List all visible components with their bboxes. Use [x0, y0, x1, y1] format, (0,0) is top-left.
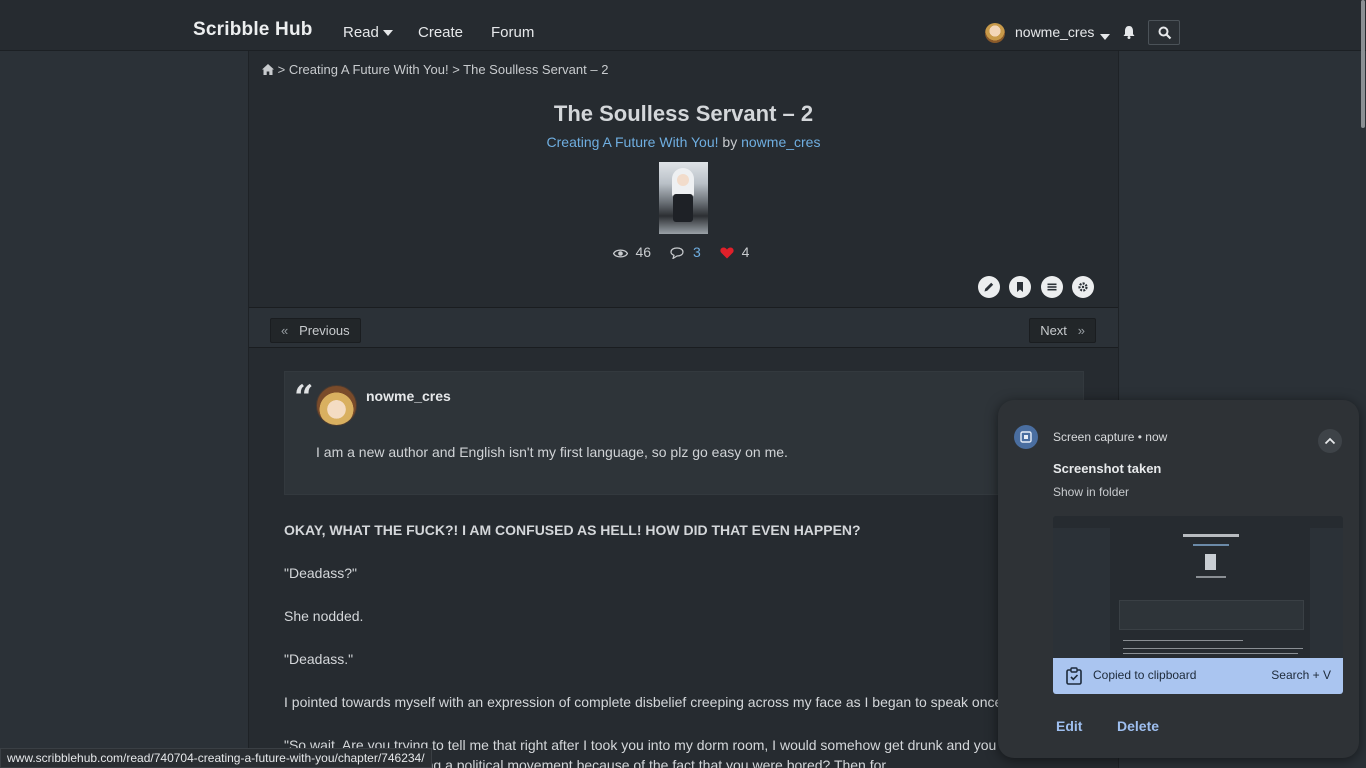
byline-by: by [722, 134, 738, 150]
author-note: “ nowme_cres I am a new author and Engli… [284, 371, 1084, 495]
user-menu-name[interactable]: nowme_cres [1015, 24, 1094, 40]
breadcrumb: > Creating A Future With You! > The Soul… [262, 62, 608, 77]
heart-icon[interactable] [720, 247, 734, 259]
thumb-note [1119, 600, 1304, 630]
chapter-content: > Creating A Future With You! > The Soul… [248, 51, 1119, 768]
clipboard-shortcut: Search + V [1271, 668, 1331, 682]
likes-count: 4 [741, 244, 750, 260]
comments-stat[interactable]: 3 [670, 244, 706, 260]
app-name: Screen capture [1053, 430, 1135, 444]
prev-arrow: « [281, 323, 289, 338]
chapter-tools [973, 276, 1094, 303]
eye-icon [612, 249, 628, 258]
notification-app-name: Screen capture • now [1053, 430, 1167, 444]
bell-icon[interactable] [1122, 25, 1136, 39]
link-status-bar: www.scribblehub.com/read/740704-creating… [0, 748, 432, 768]
page-scrollbar[interactable] [1361, 0, 1365, 128]
chapter-stats: 46 3 4 [249, 244, 1118, 260]
gear-icon [1078, 282, 1088, 292]
breadcrumb-chapter: The Soulless Servant – 2 [463, 62, 609, 77]
chevron-up-icon [1324, 437, 1336, 445]
thumb-text [1123, 653, 1298, 654]
nav-create[interactable]: Create [418, 24, 463, 41]
thumb-nav [1053, 516, 1343, 528]
settings-button[interactable] [1072, 276, 1094, 298]
paragraph: "Deadass." [284, 651, 354, 667]
thumb-stats [1196, 576, 1226, 578]
quote-icon: “ [294, 378, 314, 418]
nav-read-dropdown[interactable]: Read [343, 24, 393, 41]
thumb-text [1123, 640, 1243, 641]
pencil-icon [984, 282, 993, 292]
chapter-body: OKAY, WHAT THE FUCK?! I AM CONFUSED AS H… [284, 520, 1074, 768]
chapter-byline: Creating A Future With You! by nowme_cre… [249, 134, 1118, 150]
author-link[interactable]: nowme_cres [741, 134, 820, 150]
screen-capture-app-icon [1014, 425, 1038, 449]
collapse-notification-button[interactable] [1318, 429, 1342, 453]
thumb-cover [1205, 554, 1216, 570]
author-avatar[interactable] [316, 385, 357, 426]
search-icon [1158, 26, 1172, 40]
views-count: 46 [635, 244, 652, 260]
comments-count[interactable]: 3 [693, 244, 701, 260]
series-cover-image[interactable] [659, 162, 708, 234]
toc-button[interactable] [1040, 276, 1063, 298]
search-button[interactable] [1148, 20, 1180, 45]
prev-label: Previous [299, 323, 350, 338]
likes-stat[interactable]: 4 [720, 244, 755, 260]
clipboard-icon [1066, 667, 1082, 685]
chapter-title: The Soulless Servant – 2 [553, 101, 814, 126]
nav-forum[interactable]: Forum [491, 24, 534, 41]
bookmark-button[interactable] [1009, 276, 1032, 298]
next-arrow: » [1077, 323, 1085, 338]
next-label: Next [1040, 323, 1067, 338]
cover-dress [673, 194, 693, 222]
next-chapter-button[interactable]: Next » [1029, 318, 1096, 343]
bookmark-icon [1017, 282, 1024, 292]
paragraph: OKAY, WHAT THE FUCK?! I AM CONFUSED AS H… [284, 522, 861, 538]
site-logo[interactable]: Scribble Hub [193, 19, 313, 41]
views-stat: 46 [612, 244, 657, 260]
cover-face [677, 174, 689, 186]
caret-down-icon[interactable] [1100, 34, 1110, 40]
thumb-title [1183, 534, 1239, 537]
screenshot-notification: Screen capture • now Screenshot taken Sh… [998, 400, 1359, 758]
delete-screenshot-button[interactable]: Delete [1117, 718, 1159, 734]
top-navbar: Scribble Hub Read Create Forum nowme_cre… [0, 0, 1366, 51]
author-note-name[interactable]: nowme_cres [366, 388, 451, 404]
show-in-folder-link[interactable]: Show in folder [1053, 485, 1129, 499]
notification-time: now [1145, 430, 1168, 444]
thumb-byline [1193, 544, 1229, 546]
list-icon [1047, 283, 1057, 291]
chapter-pager: « Previous Next » [249, 308, 1118, 348]
breadcrumb-separator: > [277, 62, 286, 77]
author-note-text: I am a new author and English isn't my f… [316, 444, 788, 460]
copied-to-clipboard-bar[interactable]: Copied to clipboard Search + V [1053, 658, 1343, 694]
comments-icon [670, 247, 684, 260]
previous-chapter-button[interactable]: « Previous [270, 318, 361, 343]
breadcrumb-separator: > [452, 62, 460, 77]
paragraph: She nodded. [284, 608, 364, 624]
caret-down-icon [382, 30, 393, 37]
home-icon[interactable] [262, 64, 274, 75]
paragraph: "Deadass?" [284, 565, 357, 581]
nav-read-label: Read [343, 24, 379, 41]
clipboard-text: Copied to clipboard [1093, 668, 1197, 682]
edit-button[interactable] [977, 276, 1000, 298]
series-link[interactable]: Creating A Future With You! [547, 134, 719, 150]
thumb-text [1123, 648, 1303, 649]
notification-title: Screenshot taken [1053, 461, 1162, 476]
paragraph: I pointed towards myself with an express… [284, 694, 1045, 710]
separator-dot: • [1137, 430, 1142, 444]
breadcrumb-series-link[interactable]: Creating A Future With You! [289, 62, 449, 77]
user-avatar[interactable] [985, 23, 1005, 43]
edit-screenshot-button[interactable]: Edit [1056, 718, 1082, 734]
screen-capture-icon [1020, 431, 1032, 443]
